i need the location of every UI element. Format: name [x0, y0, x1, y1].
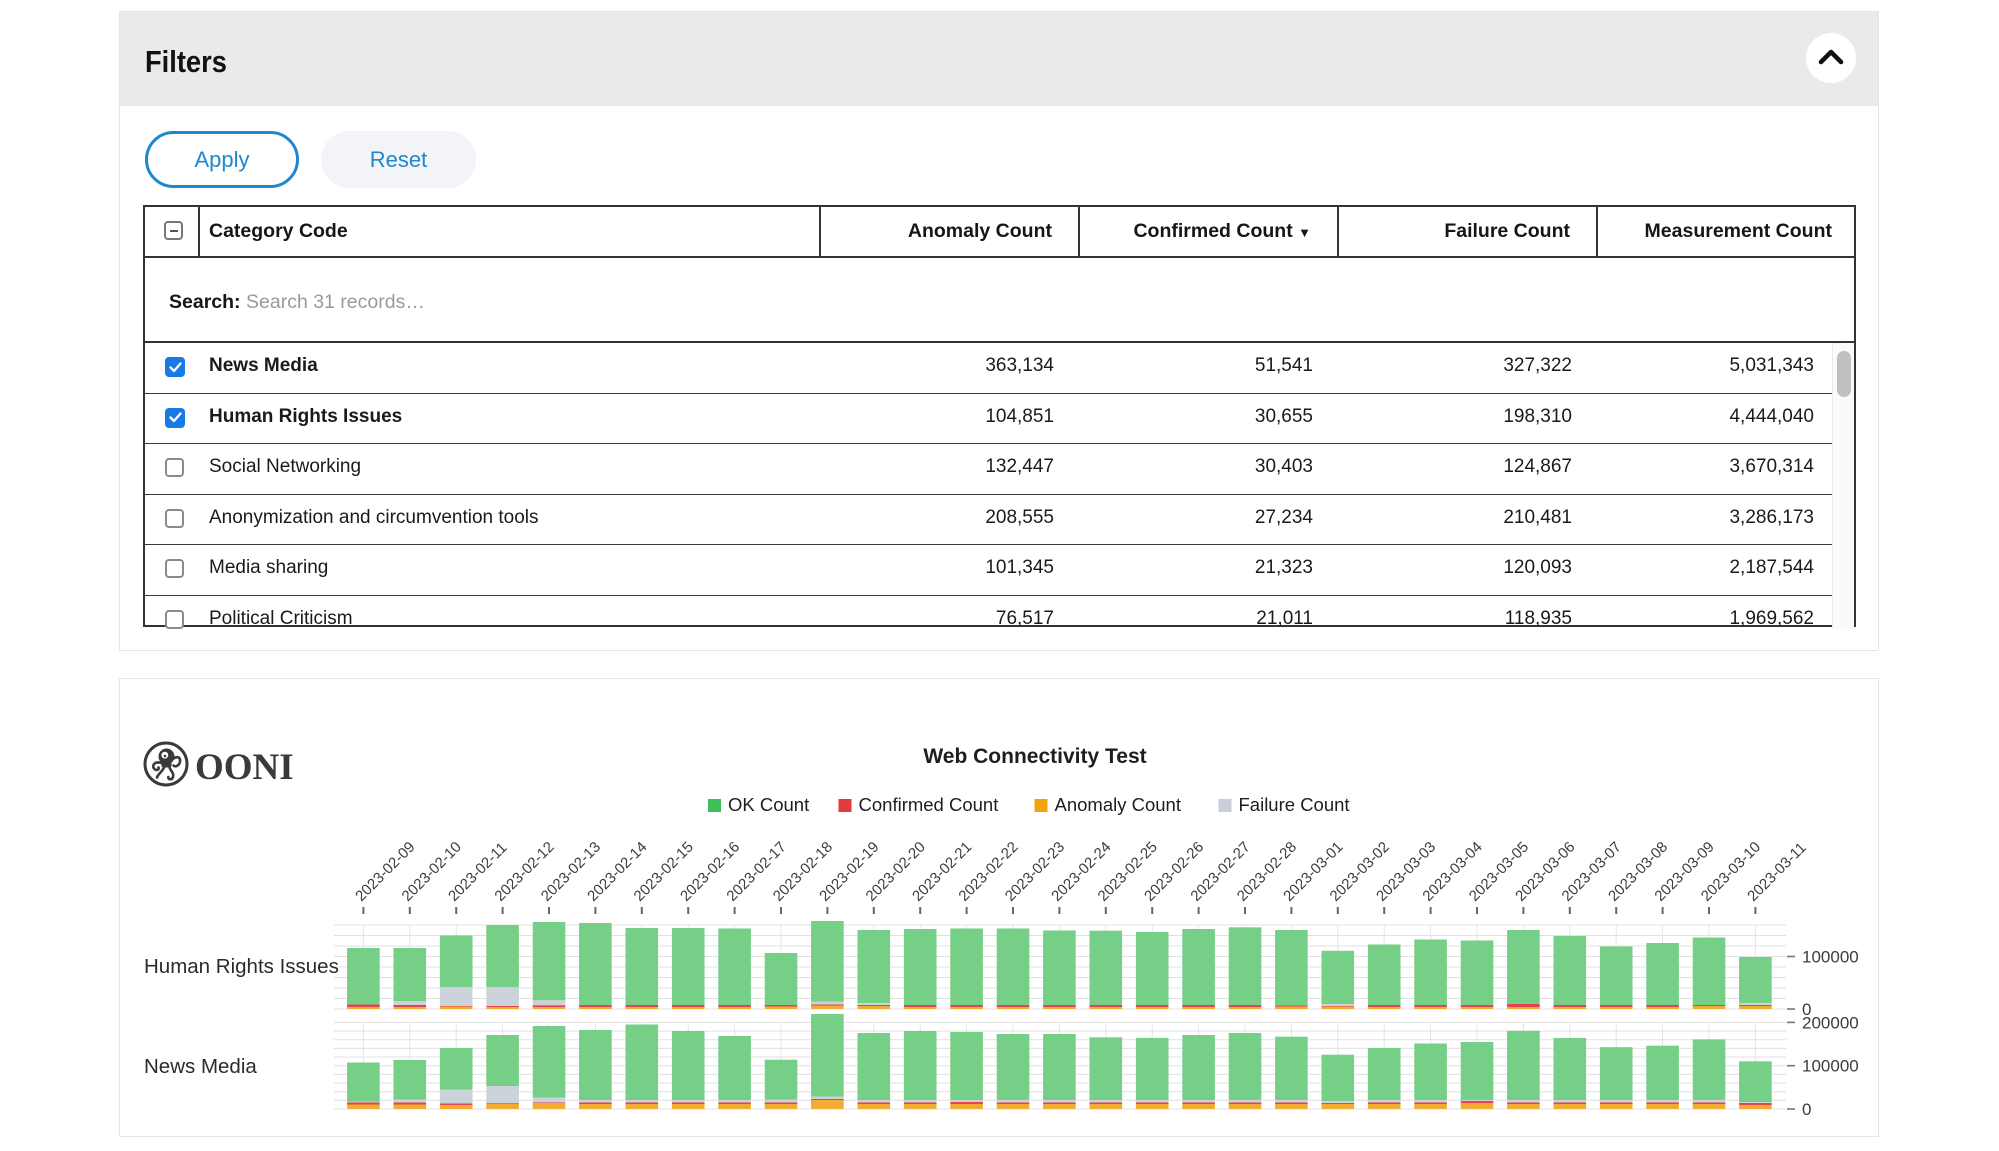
svg-text:Anomaly Count: Anomaly Count: [1055, 794, 1181, 815]
svg-text:Web Connectivity Test: Web Connectivity Test: [923, 745, 1146, 768]
svg-text:Failure Count: Failure Count: [1239, 794, 1350, 815]
svg-text:Human Rights Issues: Human Rights Issues: [144, 955, 339, 978]
svg-text:Confirmed Count: Confirmed Count: [859, 794, 999, 815]
svg-text:OONI: OONI: [195, 747, 294, 788]
svg-text:0: 0: [1802, 1100, 1811, 1119]
svg-text:OK Count: OK Count: [728, 794, 809, 815]
svg-text:News Media: News Media: [144, 1055, 257, 1078]
svg-text:100000: 100000: [1802, 948, 1859, 967]
svg-text:100000: 100000: [1802, 1057, 1859, 1076]
svg-text:200000: 200000: [1802, 1013, 1859, 1032]
